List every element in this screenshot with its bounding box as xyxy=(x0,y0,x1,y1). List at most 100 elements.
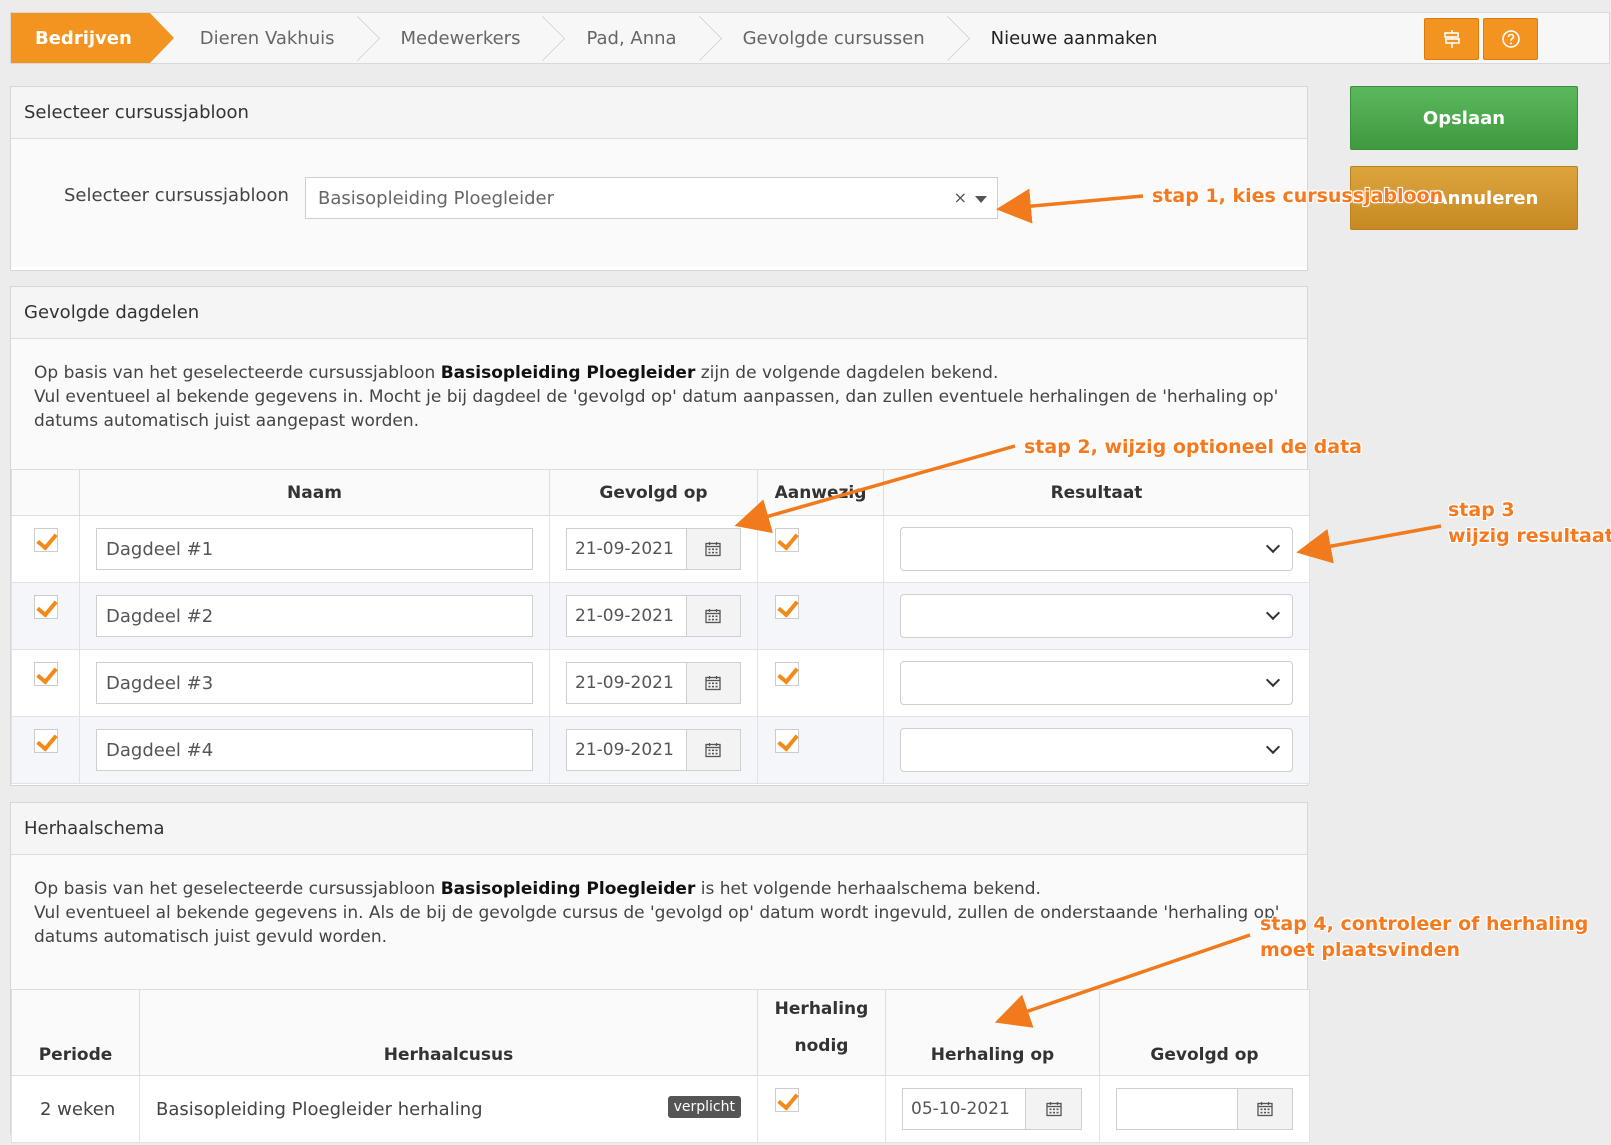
sessions-panel: Gevolgde dagdelen Op basis van het gesel… xyxy=(10,286,1310,786)
sessions-intro: Op basis van het geselecteerde cursussja… xyxy=(11,339,1307,433)
repeat-period: 2 weken xyxy=(11,1075,140,1143)
calendar-button[interactable] xyxy=(1238,1088,1293,1130)
annotation-step4-line1: stap 4, controleer of herhaling xyxy=(1260,913,1589,935)
template-panel-title: Selecteer cursussjabloon xyxy=(11,87,1307,139)
chevron-down-icon xyxy=(1265,672,1281,688)
session-date-input[interactable]: 21-09-2021 xyxy=(566,595,687,637)
col-aanwezig: Aanwezig xyxy=(757,469,884,516)
caret-down-icon[interactable] xyxy=(975,196,987,203)
breadcrumb-item-bedrijven[interactable]: Bedrijven xyxy=(11,13,174,63)
repeat-table: Periode Herhaalcusus Herhaling nodig Herh… xyxy=(11,989,1310,1143)
arrow-step3 xyxy=(1296,524,1442,564)
template-select-row: Selecteer cursussjabloon Basisopleiding … xyxy=(11,139,1307,267)
table-row: Dagdeel #4 21-09-2021 xyxy=(11,716,1310,784)
annotation-step4-line2: moet plaatsvinden xyxy=(1260,939,1461,961)
sessions-intro-suffix: zijn de volgende dagdelen bekend. xyxy=(695,363,999,383)
calendar-icon xyxy=(705,542,721,557)
annotation-step3: stap 3 wijzig resultaat xyxy=(1448,497,1611,549)
calendar-icon xyxy=(705,609,721,624)
present-checkbox[interactable] xyxy=(775,595,799,619)
chevron-down-icon xyxy=(1265,538,1281,554)
repeat-intro: Op basis van het geselecteerde cursussja… xyxy=(11,855,1307,949)
breadcrumb: Bedrijven Dieren Vakhuis Medewerkers Pad… xyxy=(10,12,1610,64)
sessions-intro-line2: Vul eventueel al bekende gegevens in. Mo… xyxy=(34,387,1279,431)
calendar-icon xyxy=(1045,1102,1062,1117)
present-checkbox[interactable] xyxy=(775,528,799,552)
table-row: 2 weken Basisopleiding Ploegleider herha… xyxy=(11,1075,1310,1143)
annotation-step3-line1: stap 3 xyxy=(1448,499,1515,521)
col-herhaalcusus: Herhaalcusus xyxy=(139,989,758,1076)
present-checkbox[interactable] xyxy=(775,662,799,686)
col-select xyxy=(11,469,80,516)
calendar-button[interactable] xyxy=(1026,1088,1082,1130)
session-date-input[interactable]: 21-09-2021 xyxy=(566,729,687,771)
row-select-checkbox[interactable] xyxy=(33,662,58,686)
row-select-checkbox[interactable] xyxy=(33,729,58,753)
clear-icon[interactable]: × xyxy=(954,188,967,207)
present-checkbox[interactable] xyxy=(775,729,799,753)
annotation-step2: stap 2, wijzig optioneel de data xyxy=(1024,436,1363,458)
repeat-course-name: Basisopleiding Ploegleider herhaling xyxy=(156,1098,483,1120)
repeat-intro-suffix: is het volgende herhaalschema bekend. xyxy=(695,879,1041,899)
col-periode: Periode xyxy=(11,989,140,1076)
sessions-intro-prefix: Op basis van het geselecteerde cursussja… xyxy=(34,363,441,383)
table-row: Dagdeel #1 21-09-2021 xyxy=(11,515,1310,583)
col-herhaling-nodig-line1: Herhaling xyxy=(774,999,869,1019)
calendar-button[interactable] xyxy=(686,662,741,704)
sessions-panel-title: Gevolgde dagdelen xyxy=(11,287,1307,339)
repeat-intro-prefix: Op basis van het geselecteerde cursussja… xyxy=(34,879,441,899)
col-gevolgd-op: Gevolgd op xyxy=(549,469,758,516)
repeat-intro-area: Op basis van het geselecteerde cursussja… xyxy=(11,855,1307,989)
session-name-input[interactable]: Dagdeel #3 xyxy=(96,662,533,704)
result-select[interactable] xyxy=(900,527,1293,571)
repeat-panel-title: Herhaalschema xyxy=(11,803,1307,855)
session-name-input[interactable]: Dagdeel #2 xyxy=(96,595,533,637)
annotation-step1: stap 1, kies cursussjabloon xyxy=(1152,185,1444,207)
followed-date-input[interactable] xyxy=(1116,1088,1239,1130)
calendar-icon xyxy=(705,676,721,691)
col-resultaat: Resultaat xyxy=(883,469,1310,516)
result-select[interactable] xyxy=(900,661,1293,705)
annotation-step3-line2: wijzig resultaat xyxy=(1448,525,1611,547)
table-row: Dagdeel #2 21-09-2021 xyxy=(11,582,1310,650)
repeat-needed-checkbox[interactable] xyxy=(775,1088,799,1112)
repeat-intro-line2: Vul eventueel al bekende gegevens in. Al… xyxy=(34,903,1280,947)
col-herhaling-nodig-line2: nodig xyxy=(794,1036,849,1056)
chevron-down-icon xyxy=(1265,605,1281,621)
col-herhaling-op: Herhaling op xyxy=(885,989,1100,1076)
help-button[interactable] xyxy=(1483,18,1538,60)
session-name-input[interactable]: Dagdeel #1 xyxy=(96,528,533,570)
calendar-icon xyxy=(705,743,721,758)
repeat-panel: Herhaalschema Op basis van het geselecte… xyxy=(10,802,1310,1143)
col-herhaling-nodig: Herhaling nodig xyxy=(757,989,886,1076)
calendar-button[interactable] xyxy=(686,528,741,570)
result-select[interactable] xyxy=(900,728,1293,772)
signpost-button[interactable] xyxy=(1424,18,1479,60)
session-name-input[interactable]: Dagdeel #4 xyxy=(96,729,533,771)
chevron-down-icon xyxy=(1265,739,1281,755)
template-select-label: Selecteer cursussjabloon xyxy=(64,185,289,206)
result-select[interactable] xyxy=(900,594,1293,638)
template-select[interactable]: Basisopleiding Ploegleider × xyxy=(305,177,998,219)
table-row: Dagdeel #3 21-09-2021 xyxy=(11,649,1310,717)
calendar-button[interactable] xyxy=(686,595,741,637)
signpost-icon xyxy=(1443,30,1460,48)
repeat-intro-template: Basisopleiding Ploegleider xyxy=(440,879,696,899)
save-button[interactable]: Opslaan xyxy=(1350,86,1578,150)
template-select-value: Basisopleiding Ploegleider xyxy=(318,188,554,209)
breadcrumb-item-medewerkers[interactable]: Medewerkers xyxy=(365,13,551,63)
col-gevolgd-op-repeat: Gevolgd op xyxy=(1099,989,1310,1076)
session-date-input[interactable]: 21-09-2021 xyxy=(566,662,687,704)
breadcrumb-item-dieren-vakhuis[interactable]: Dieren Vakhuis xyxy=(164,13,365,63)
annotation-step4: stap 4, controleer of herhaling moet plaa… xyxy=(1260,911,1588,963)
calendar-button[interactable] xyxy=(686,729,741,771)
row-select-checkbox[interactable] xyxy=(33,528,58,552)
breadcrumb-item-gevolgde-cursussen[interactable]: Gevolgde cursussen xyxy=(707,13,955,63)
calendar-icon xyxy=(1257,1102,1273,1117)
col-naam: Naam xyxy=(79,469,550,516)
session-date-input[interactable]: 21-09-2021 xyxy=(566,528,687,570)
row-select-checkbox[interactable] xyxy=(33,595,58,619)
repeat-date-input[interactable]: 05-10-2021 xyxy=(902,1088,1026,1130)
breadcrumb-item-pad-anna[interactable]: Pad, Anna xyxy=(550,13,706,63)
mandatory-badge: verplicht xyxy=(667,1096,741,1118)
